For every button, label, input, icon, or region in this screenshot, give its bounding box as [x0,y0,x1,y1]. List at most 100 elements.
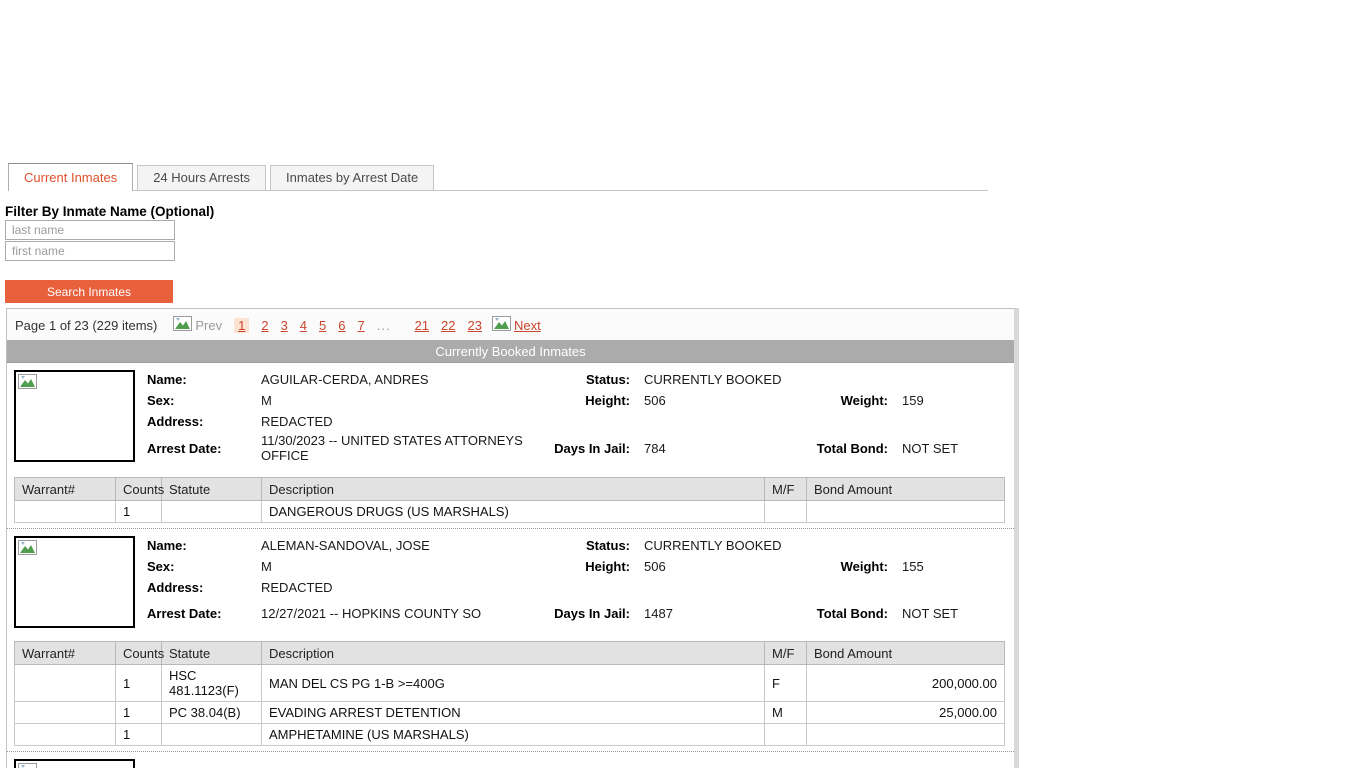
col-bond-amount: Bond Amount [807,642,1005,665]
description-cell: MAN DEL CS PG 1-B >=400G [262,665,765,702]
mf-cell [765,724,807,746]
status-value: CURRENTLY BOOKED [644,758,816,768]
spacer [547,577,644,598]
col-mf: M/F [765,642,807,665]
inmate-record: Name: ALEMAN-SANDOVAL, JOSE Status: CURR… [7,528,1014,636]
page-link[interactable]: 3 [281,318,288,333]
page-link[interactable]: 5 [319,318,326,333]
page-link[interactable]: 4 [300,318,307,333]
page-link[interactable]: 2 [261,318,268,333]
name-value: ALEMAN-SANDOVAL, JOSE [261,535,547,556]
broken-image-icon [492,316,511,334]
spacer [816,577,902,598]
inmate-fields: Name: ANDERSON, FREEON D.W. Status: CURR… [147,758,1003,768]
spacer [816,369,902,390]
arrest-date-value: 11/30/2023 -- UNITED STATES ATTORNEYS OF… [261,432,547,464]
warrant-cell [15,724,116,746]
status-label: Status: [547,535,644,556]
col-statute: Statute [162,478,262,501]
col-bond-amount: Bond Amount [807,478,1005,501]
col-counts: Counts [116,478,162,501]
spacer [644,577,816,598]
bond-cell [807,724,1005,746]
inmate-record: Name: ANDERSON, FREEON D.W. Status: CURR… [7,751,1014,768]
broken-image-icon [18,763,37,768]
description-cell: EVADING ARREST DETENTION [262,702,765,724]
col-counts: Counts [116,642,162,665]
description-cell: DANGEROUS DRUGS (US MARSHALS) [262,501,765,523]
total-bond-label: Total Bond: [816,598,902,628]
charges-table: Warrant# Counts Statute Description M/F … [14,477,1005,523]
inmate-photo [14,759,135,768]
address-value: REDACTED [261,577,547,598]
warrant-cell [15,702,116,724]
name-value: ANDERSON, FREEON D.W. [261,758,547,768]
inmates-grid-panel: Page 1 of 23 (229 items) Prev 1 2 3 4 5 … [6,308,1019,768]
height-value: 506 [644,390,816,411]
total-bond-value: NOT SET [902,598,1003,628]
statute-cell: HSC 481.1123(F) [162,665,262,702]
page-link[interactable]: 21 [415,318,429,333]
spacer [902,411,1003,432]
counts-cell: 1 [116,702,162,724]
days-in-jail-value: 1487 [644,598,816,628]
spacer [902,758,1003,768]
counts-cell: 1 [116,665,162,702]
spacer [644,411,816,432]
jail-roster-page: Current Inmates 24 Hours Arrests Inmates… [0,0,1366,768]
height-label: Height: [547,556,644,577]
search-inmates-button[interactable]: Search Inmates [5,280,173,303]
spacer [816,758,902,768]
charge-row: 1 DANGEROUS DRUGS (US MARSHALS) [15,501,1005,523]
inmate-fields: Name: ALEMAN-SANDOVAL, JOSE Status: CURR… [147,535,1003,628]
total-bond-label: Total Bond: [816,432,902,464]
spacer [816,535,902,556]
sex-label: Sex: [147,390,261,411]
spacer [902,369,1003,390]
tab-current-inmates[interactable]: Current Inmates [8,163,133,191]
next-label: Next [514,318,541,333]
warrant-cell [15,665,116,702]
next-page-link[interactable]: Next [492,316,541,334]
tab-inmates-by-arrest-date[interactable]: Inmates by Arrest Date [270,165,434,190]
name-label: Name: [147,535,261,556]
counts-cell: 1 [116,724,162,746]
pagination-bar: Page 1 of 23 (229 items) Prev 1 2 3 4 5 … [7,309,1014,340]
weight-value: 159 [902,390,1003,411]
page-link[interactable]: 6 [338,318,345,333]
sex-value: M [261,556,547,577]
arrest-date-label: Arrest Date: [147,432,261,464]
inmate-record: Name: AGUILAR-CERDA, ANDRES Status: CURR… [7,363,1014,472]
prev-label: Prev [195,318,222,333]
inmate-photo [14,370,135,462]
charge-row: 1 AMPHETAMINE (US MARSHALS) [15,724,1005,746]
inmate-fields: Name: AGUILAR-CERDA, ANDRES Status: CURR… [147,369,1003,464]
height-value: 506 [644,556,816,577]
bond-cell [807,501,1005,523]
description-cell: AMPHETAMINE (US MARSHALS) [262,724,765,746]
prev-page-link[interactable]: Prev [173,316,222,334]
bond-cell: 200,000.00 [807,665,1005,702]
name-label: Name: [147,758,261,768]
bond-cell: 25,000.00 [807,702,1005,724]
address-value: REDACTED [261,411,547,432]
weight-label: Weight: [816,556,902,577]
name-label: Name: [147,369,261,390]
mf-cell: F [765,665,807,702]
page-link-current[interactable]: 1 [234,318,249,333]
tab-24-hours-arrests[interactable]: 24 Hours Arrests [137,165,266,190]
col-warrant: Warrant# [15,478,116,501]
page-link[interactable]: 7 [358,318,365,333]
total-bond-value: NOT SET [902,432,1003,464]
sex-label: Sex: [147,556,261,577]
first-name-input[interactable] [5,241,175,261]
spacer [902,535,1003,556]
page-link[interactable]: 22 [441,318,455,333]
charge-row: 1 PC 38.04(B) EVADING ARREST DETENTION M… [15,702,1005,724]
charges-table: Warrant# Counts Statute Description M/F … [14,641,1005,746]
charge-row: 1 HSC 481.1123(F) MAN DEL CS PG 1-B >=40… [15,665,1005,702]
last-name-input[interactable] [5,220,175,240]
page-link[interactable]: 23 [468,318,482,333]
col-mf: M/F [765,478,807,501]
pagination-summary: Page 1 of 23 (229 items) [15,318,157,333]
